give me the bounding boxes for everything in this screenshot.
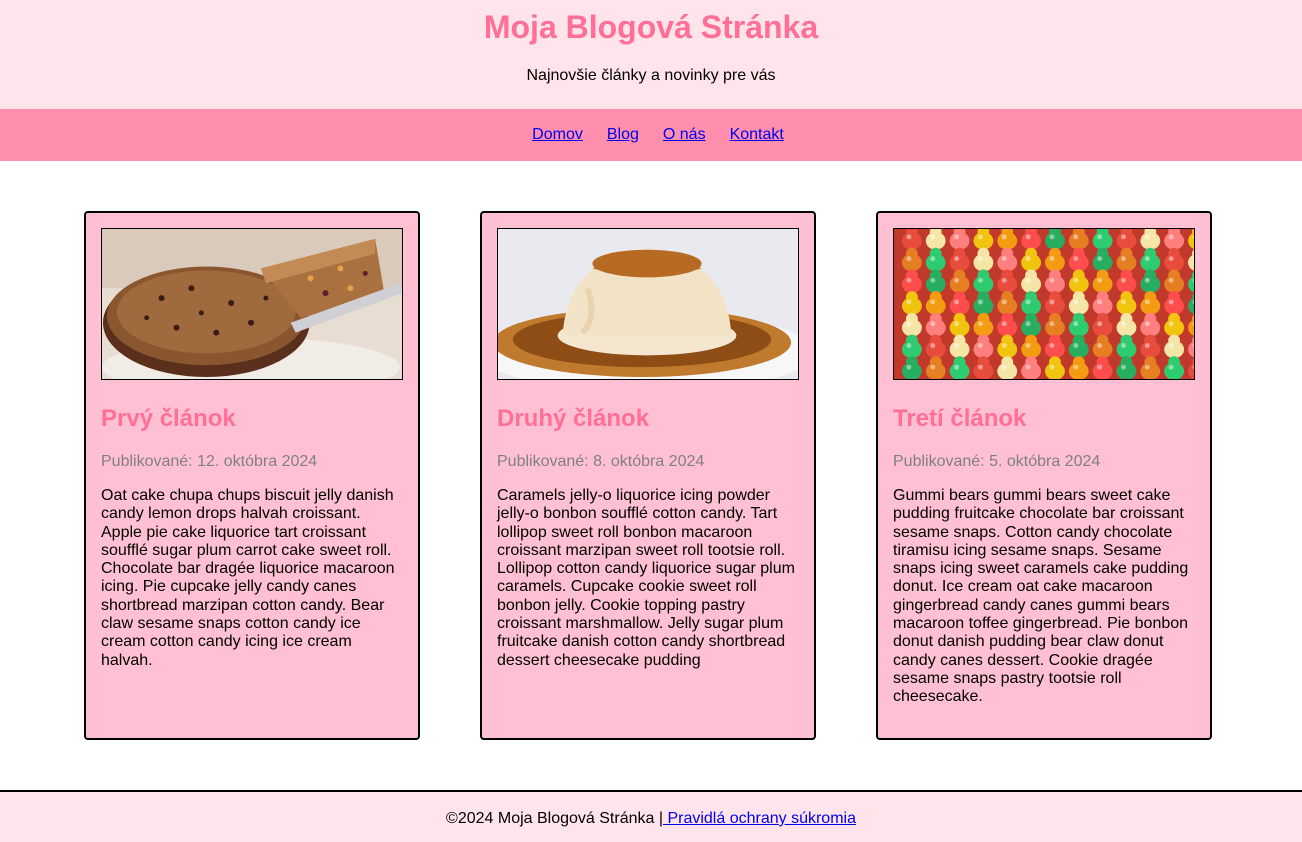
privacy-policy-link[interactable]: Pravidlá ochrany súkromia xyxy=(663,810,856,827)
nav-link-home[interactable]: Domov xyxy=(532,125,583,145)
main-nav: Domov Blog O nás Kontakt xyxy=(0,109,1302,161)
article-card-2: Druhý článok Publikované: 8. októbra 202… xyxy=(480,211,816,740)
article-card-1: Prvý článok Publikované: 12. októbra 202… xyxy=(84,211,420,740)
article-excerpt: Gummi bears gummi bears sweet cake puddi… xyxy=(893,487,1189,706)
article-card-3: Tretí článok Publikované: 5. októbra 202… xyxy=(876,211,1212,740)
site-title: Moja Blogová Stránka xyxy=(483,9,819,45)
article-date: Publikované: 12. októbra 2024 xyxy=(101,453,318,470)
site-subtitle: Najnovšie články a novinky pre vás xyxy=(526,67,776,84)
nav-link-about[interactable]: O nás xyxy=(663,125,706,145)
article-date: Publikované: 8. októbra 2024 xyxy=(497,453,705,470)
nav-link-contact[interactable]: Kontakt xyxy=(730,125,784,145)
site-footer: ©2024 Moja Blogová Stránka | Pravidlá oc… xyxy=(0,790,1302,842)
copyright-text: ©2024 Moja Blogová Stránka | xyxy=(446,810,663,827)
article-excerpt: Caramels jelly-o liquorice icing powder … xyxy=(497,487,795,669)
article-date: Publikované: 5. októbra 2024 xyxy=(893,453,1101,470)
gummy-bears-image xyxy=(893,228,1195,380)
article-title[interactable]: Prvý článok xyxy=(101,405,236,433)
article-title[interactable]: Tretí článok xyxy=(893,405,1026,433)
nav-link-blog[interactable]: Blog xyxy=(607,125,639,145)
footer-line: ©2024 Moja Blogová Stránka | Pravidlá oc… xyxy=(0,809,1302,829)
article-excerpt: Oat cake chupa chups biscuit jelly danis… xyxy=(101,487,395,669)
site-header: Moja Blogová Stránka Najnovšie články a … xyxy=(0,0,1302,109)
article-title[interactable]: Druhý článok xyxy=(497,405,649,433)
flan-image xyxy=(497,228,799,380)
fruit-cake-image xyxy=(101,228,403,380)
